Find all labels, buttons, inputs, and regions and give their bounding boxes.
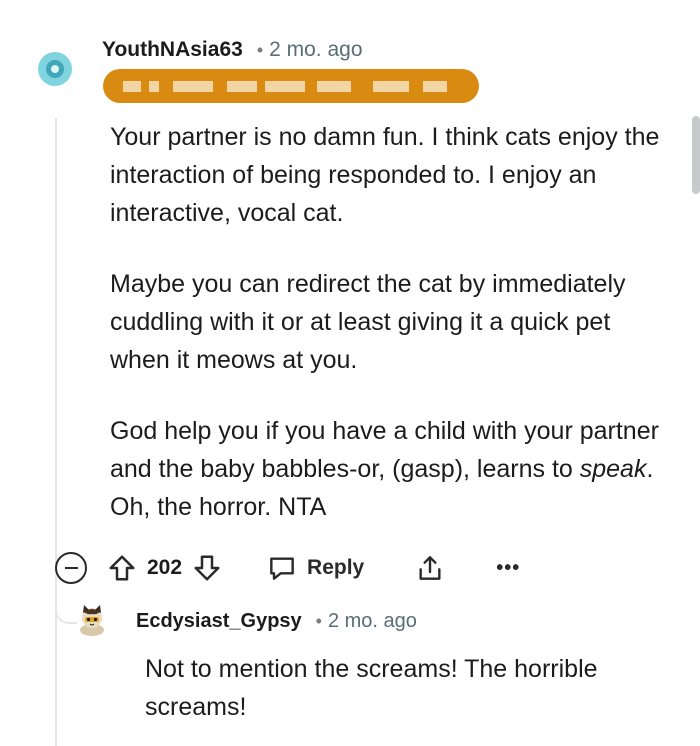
- vote-controls: 202: [107, 553, 222, 583]
- meta-separator: •: [315, 610, 322, 631]
- reply-username[interactable]: Ecdysiast_Gypsy: [136, 610, 302, 633]
- comment-timestamp[interactable]: 2 mo. ago: [269, 38, 362, 62]
- collapse-thread-button[interactable]: [55, 552, 87, 584]
- cat-avatar-icon[interactable]: [76, 603, 108, 637]
- comment-paragraph: God help you if you have a child with yo…: [110, 417, 659, 521]
- snoo-avatar-icon: [46, 60, 64, 78]
- user-avatar[interactable]: [38, 52, 72, 86]
- reply-label: Reply: [307, 556, 365, 579]
- comment-header: YouthNAsia63 • 2 mo. ago: [102, 36, 363, 64]
- scrollbar-thumb[interactable]: [692, 116, 700, 194]
- downvote-icon[interactable]: [192, 553, 222, 583]
- meta-separator: •: [256, 39, 264, 60]
- upvote-icon[interactable]: [107, 553, 137, 583]
- reply-body: Not to mention the screams! The horrible…: [145, 655, 598, 721]
- comment-body: Your partner is no damn fun. I think cat…: [110, 118, 670, 559]
- vote-score: 202: [147, 556, 183, 579]
- share-icon[interactable]: [414, 552, 446, 584]
- reply-bubble-icon: [270, 557, 294, 580]
- comment-username[interactable]: YouthNAsia63: [102, 38, 243, 62]
- collapse-icon: [64, 566, 78, 570]
- comment-action-bar: 202 Reply •••: [52, 546, 520, 590]
- comment-paragraph: Maybe you can redirect the cat by immedi…: [110, 270, 626, 374]
- thread-line: [55, 118, 57, 746]
- reply-header: Ecdysiast_Gypsy • 2 mo. ago: [136, 607, 417, 635]
- comment-paragraph: Your partner is no damn fun. I think cat…: [110, 123, 660, 227]
- reply-timestamp[interactable]: 2 mo. ago: [328, 610, 417, 633]
- reply-connector: [55, 588, 77, 624]
- user-flair-redacted: [103, 69, 479, 103]
- reply-button[interactable]: Reply: [266, 552, 364, 584]
- more-options-button[interactable]: •••: [496, 557, 520, 580]
